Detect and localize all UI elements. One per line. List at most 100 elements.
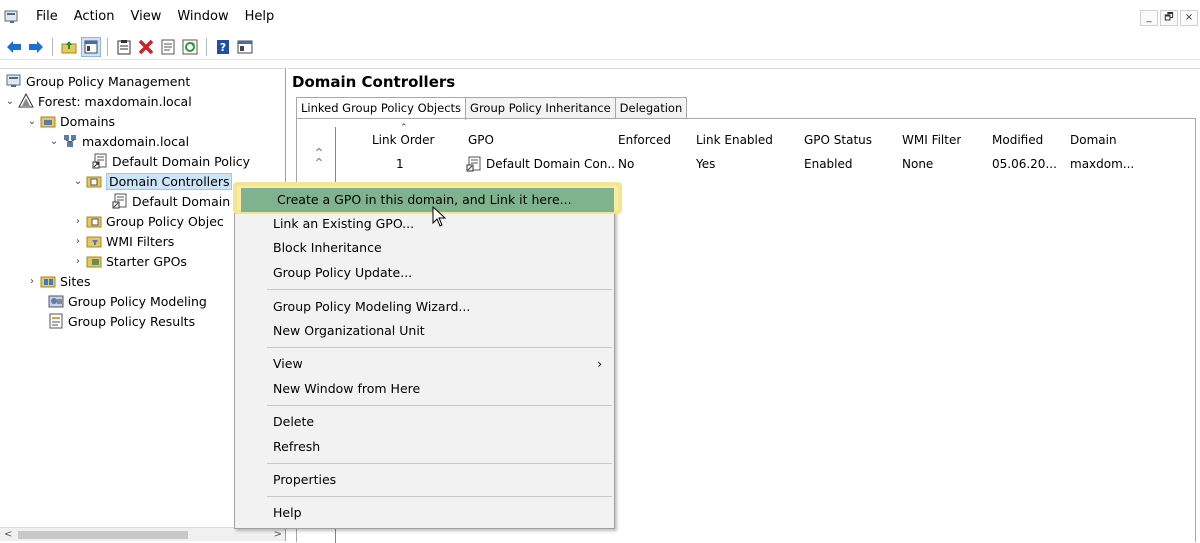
table-header: ⌃ Link Order GPO Enforced Link Enabled G… [336, 123, 1196, 151]
chevron-right-icon[interactable]: › [72, 236, 84, 247]
gpmc-app-icon [4, 10, 18, 23]
highlighted-menu-item[interactable]: Create a GPO in this domain, and Link it… [241, 188, 614, 212]
clipboard-icon[interactable] [114, 37, 134, 57]
menu-item-properties[interactable]: Properties [235, 468, 614, 492]
tree-node-modeling[interactable]: Group Policy Modeling [48, 291, 207, 311]
chevron-right-icon[interactable]: › [72, 256, 84, 267]
menu-item-new-ou[interactable]: New Organizational Unit [235, 319, 614, 343]
help-icon[interactable]: ? [213, 37, 233, 57]
menu-file[interactable]: File [28, 0, 66, 34]
scroll-thumb[interactable] [18, 531, 188, 539]
delete-icon[interactable] [136, 37, 156, 57]
properties-icon[interactable] [158, 37, 178, 57]
chevron-down-icon[interactable]: ⌄ [72, 176, 84, 187]
tree-label: Group Policy Management [26, 73, 191, 89]
cell-link-enabled: Yes [696, 157, 716, 171]
tree-node-domains[interactable]: ⌄ Domains [26, 111, 115, 131]
tree-node-gpo-objects[interactable]: › Group Policy Objec [72, 211, 224, 231]
mmc-icon[interactable] [235, 37, 255, 57]
results-icon [49, 313, 63, 329]
page-title: Domain Controllers [292, 73, 456, 91]
tree-label: Default Domain Policy [112, 153, 251, 169]
tree-node-forest[interactable]: ⌄ Forest: maxdomain.local [4, 91, 192, 111]
menu-separator [267, 463, 612, 464]
scroll-left-icon[interactable]: < [4, 529, 12, 540]
tab-delegation[interactable]: Delegation [614, 97, 688, 119]
forward-arrow-icon[interactable] [26, 37, 46, 57]
minimize-button[interactable]: _ [1140, 10, 1158, 26]
chevron-down-icon[interactable]: ⌄ [48, 136, 60, 147]
menu-item-new-window[interactable]: New Window from Here [235, 377, 614, 401]
tab-inheritance[interactable]: Group Policy Inheritance [465, 97, 616, 119]
tree-node-root[interactable]: Group Policy Management [6, 71, 190, 91]
gpo-link-icon [92, 153, 107, 169]
column-header-link-order[interactable]: Link Order [372, 133, 435, 147]
tree-node-default-domain-child[interactable]: Default Domain [112, 191, 230, 211]
table-row[interactable]: 1 Default Domain Con... No Yes Enabled N… [336, 153, 1196, 175]
chevron-down-icon[interactable]: ⌄ [4, 96, 16, 107]
column-header-link-enabled[interactable]: Link Enabled [696, 133, 773, 147]
refresh-icon[interactable] [180, 37, 200, 57]
restore-button[interactable]: 🗗 [1160, 10, 1178, 26]
back-arrow-icon[interactable] [4, 37, 24, 57]
toolbar-separator [52, 37, 53, 56]
sites-icon [40, 276, 56, 288]
menu-item-delete[interactable]: Delete [235, 410, 614, 434]
tree-node-sites[interactable]: › Sites [26, 271, 91, 291]
up-folder-icon[interactable] [59, 37, 79, 57]
column-header-wmi-filter[interactable]: WMI Filter [902, 133, 961, 147]
column-header-modified[interactable]: Modified [992, 133, 1043, 147]
menu-separator [267, 496, 612, 497]
svg-text:?: ? [220, 41, 226, 54]
context-menu: Link an Existing GPO... Block Inheritanc… [234, 185, 615, 529]
menu-item-modeling-wizard[interactable]: Group Policy Modeling Wizard... [235, 295, 614, 319]
tree-node-domain-controllers[interactable]: ⌄ Domain Controllers [72, 171, 233, 191]
move-up-icon[interactable]: ⌃ ⌃ [309, 147, 329, 171]
menu-window[interactable]: Window [169, 0, 236, 34]
menu-item-view[interactable]: View › [235, 352, 614, 376]
tree-node-starter-gpos[interactable]: › Starter GPOs [72, 251, 187, 271]
starter-folder-icon [86, 256, 102, 268]
tree-label: Group Policy Results [68, 313, 196, 329]
column-header-domain[interactable]: Domain [1070, 133, 1117, 147]
modeling-icon [48, 295, 64, 308]
column-header-enforced[interactable]: Enforced [618, 133, 671, 147]
cell-wmi-filter: None [902, 157, 934, 171]
domain-icon [64, 135, 76, 147]
tree-label: WMI Filters [106, 233, 175, 249]
tree-node-domain[interactable]: ⌄ maxdomain.local [48, 131, 189, 151]
chevron-right-icon[interactable]: › [72, 216, 84, 227]
tree-label: maxdomain.local [82, 133, 190, 149]
menu-item-help[interactable]: Help [235, 501, 614, 525]
column-header-gpo[interactable]: GPO [468, 133, 494, 147]
chevron-right-icon[interactable]: › [26, 276, 38, 287]
tree-node-default-domain-policy[interactable]: Default Domain Policy [92, 151, 250, 171]
column-header-gpo-status[interactable]: GPO Status [804, 133, 872, 147]
tree-node-results[interactable]: Group Policy Results [48, 311, 195, 331]
cell-domain: maxdom... [1070, 157, 1135, 171]
tab-linked-gpos[interactable]: Linked Group Policy Objects [296, 97, 467, 120]
menu-view[interactable]: View [122, 0, 169, 34]
tab-strip: Linked Group Policy Objects Group Policy… [296, 97, 688, 120]
menu-item-refresh[interactable]: Refresh [235, 435, 614, 459]
chevron-down-icon[interactable]: ⌄ [26, 116, 38, 127]
tree-label: Forest: maxdomain.local [38, 93, 192, 109]
horizontal-scrollbar[interactable]: < > [0, 527, 285, 541]
menu-item-block-inheritance[interactable]: Block Inheritance [235, 236, 614, 260]
tree-node-wmi-filters[interactable]: › WMI Filters [72, 231, 174, 251]
gpmc-icon [6, 74, 21, 87]
menu-item-gp-update[interactable]: Group Policy Update... [235, 261, 614, 285]
cell-gpo-status: Enabled [804, 157, 853, 171]
cell-gpo: Default Domain Con... [466, 156, 616, 172]
show-hide-tree-icon[interactable] [81, 36, 101, 57]
close-button[interactable]: × [1180, 10, 1198, 26]
menu-action[interactable]: Action [66, 0, 123, 34]
menu-item-link-existing-gpo[interactable]: Link an Existing GPO... [235, 212, 614, 236]
gpo-folder-icon [86, 216, 102, 228]
highlight-callout: Create a GPO in this domain, and Link it… [233, 182, 622, 214]
menu-item-view-label: View [273, 356, 303, 371]
menu-help[interactable]: Help [237, 0, 283, 34]
gpo-link-icon [112, 193, 127, 209]
ou-folder-icon [86, 176, 102, 188]
scroll-right-icon[interactable]: > [274, 529, 282, 540]
